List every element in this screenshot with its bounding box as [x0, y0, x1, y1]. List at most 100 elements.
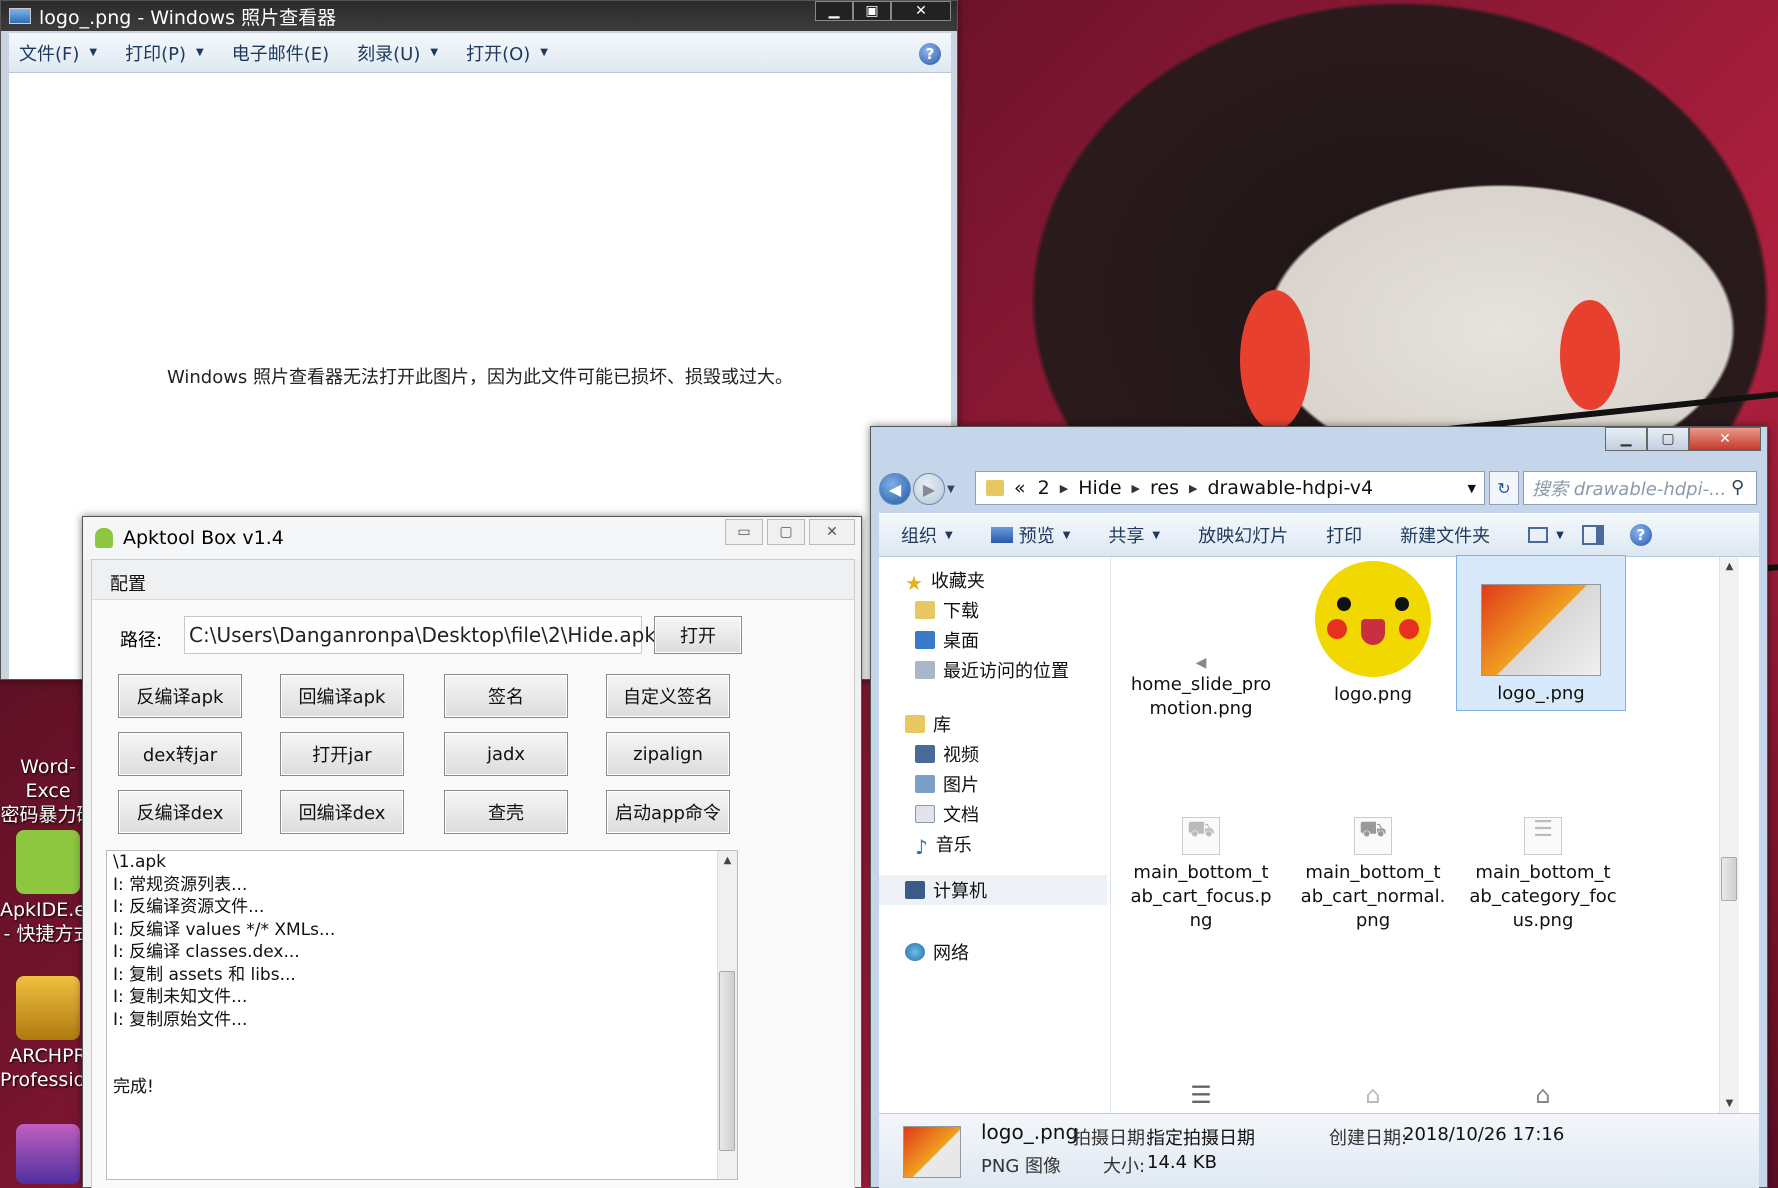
scrollbar-thumb[interactable] [1721, 857, 1737, 901]
file-item[interactable]: ⌂ [1288, 1083, 1458, 1113]
apktool-titlebar[interactable]: Apktool Box v1.4 ▭ ▢ ✕ [83, 517, 861, 559]
breadcrumb-item[interactable]: 2 [1038, 477, 1050, 499]
file-item[interactable]: ⛟ main_bottom_t ab_cart_normal. png [1288, 817, 1458, 933]
launch-app-command-button[interactable]: 启动app命令 [606, 790, 730, 834]
jadx-button[interactable]: jadx [444, 732, 568, 776]
close-button[interactable]: ✕ [1689, 427, 1761, 451]
open-jar-button[interactable]: 打开jar [280, 732, 404, 776]
decompile-apk-button[interactable]: 反编译apk [118, 674, 242, 718]
open-button[interactable]: 打开 [654, 616, 742, 654]
library-icon [905, 715, 925, 733]
close-button[interactable]: ✕ [891, 1, 951, 21]
nav-music[interactable]: ♪ 音乐 [915, 831, 972, 859]
menu-print[interactable]: 打印(P) ▼ [125, 40, 204, 66]
address-bar[interactable]: « 2 ▶ Hide ▶ res ▶ drawable-hdpi-v4 ▼ [975, 471, 1485, 505]
address-dropdown-icon[interactable]: ▼ [1468, 482, 1476, 495]
breadcrumb-item[interactable]: res [1150, 477, 1179, 499]
minimize-button[interactable]: ▭ [725, 519, 763, 545]
menu-email[interactable]: 电子邮件(E) [232, 40, 329, 66]
file-name: motion.png [1149, 698, 1253, 719]
scroll-up-arrow-icon[interactable]: ▲ [1720, 561, 1739, 572]
chevron-right-icon[interactable]: ▶ [1132, 482, 1140, 495]
minimize-button[interactable]: ▁ [1605, 427, 1647, 451]
toolbar-print[interactable]: 打印 [1326, 522, 1362, 548]
zipalign-button[interactable]: zipalign [606, 732, 730, 776]
check-shell-button[interactable]: 查壳 [444, 790, 568, 834]
toolbar-organize[interactable]: 组织 ▼ [901, 522, 953, 548]
nav-documents[interactable]: 文档 [915, 801, 979, 827]
sign-button[interactable]: 签名 [444, 674, 568, 718]
menu-file[interactable]: 文件(F) ▼ [19, 40, 97, 66]
recompile-dex-button[interactable]: 回编译dex [280, 790, 404, 834]
maximize-button[interactable]: ▢ [1647, 427, 1689, 451]
help-icon[interactable]: ? [919, 43, 941, 65]
nav-pictures[interactable]: 图片 [915, 771, 979, 797]
details-date-taken-value[interactable]: 指定拍摄日期 [1147, 1124, 1255, 1150]
refresh-icon[interactable]: ↻ [1489, 471, 1519, 505]
toolbar-slideshow[interactable]: 放映幻灯片 [1198, 522, 1288, 548]
explorer-navbar: ◀ ▶ ▼ « 2 ▶ Hide ▶ res ▶ drawable-hdpi-v… [879, 467, 1759, 511]
search-input[interactable]: 搜索 drawable-hdpi-... [1523, 471, 1757, 505]
menu-burn[interactable]: 刻录(U) ▼ [357, 40, 438, 66]
minimize-button[interactable]: ▁ [815, 1, 853, 21]
toolbar-share[interactable]: 共享 ▼ [1108, 522, 1160, 548]
file-name: logo_.png [1497, 683, 1585, 704]
breadcrumb-overflow[interactable]: « [1014, 477, 1026, 499]
output-log[interactable]: \1.apk I: 常规资源列表... I: 反编译资源文件... I: 反编译… [106, 850, 738, 1180]
maximize-button[interactable]: ▢ [767, 519, 805, 545]
help-button[interactable]: ? [1629, 524, 1652, 546]
explorer-titlebar[interactable]: ▁ ▢ ✕ [871, 427, 1767, 457]
nav-libraries[interactable]: 库 [905, 711, 951, 737]
breadcrumb-item[interactable]: drawable-hdpi-v4 [1207, 477, 1373, 499]
nav-videos[interactable]: 视频 [915, 741, 979, 767]
file-item[interactable]: ⌂ [1458, 1083, 1628, 1113]
menu-config[interactable]: 配置 [110, 570, 146, 596]
path-input[interactable]: C:\Users\Danganronpa\Desktop\file\2\Hide… [184, 616, 656, 654]
history-dropdown-icon[interactable]: ▼ [947, 484, 955, 495]
preview-pane-toggle[interactable] [1581, 525, 1604, 545]
nav-favorites[interactable]: ★ 收藏夹 [905, 567, 985, 595]
file-item[interactable]: ◀ home_slide_pro motion.png [1116, 651, 1286, 721]
computer-icon [905, 881, 925, 899]
nav-desktop[interactable]: 桌面 [915, 627, 979, 653]
viewer-menubar: 文件(F) ▼ 打印(P) ▼ 电子邮件(E) 刻录(U) ▼ 打开(O) ▼ [9, 33, 951, 73]
breadcrumb-item[interactable]: Hide [1078, 477, 1121, 499]
toolbar-preview[interactable]: 预览 ▼ [990, 522, 1070, 548]
file-list-scrollbar[interactable]: ▲ ▼ [1719, 557, 1739, 1113]
view-options[interactable]: ▼ [1528, 527, 1564, 543]
back-icon[interactable]: ◀ [879, 473, 911, 505]
chevron-right-icon[interactable]: ▶ [1060, 482, 1068, 495]
scroll-up-arrow-icon[interactable]: ▲ [718, 855, 737, 866]
file-item[interactable]: logo.png [1288, 561, 1458, 707]
path-label: 路径: [120, 630, 163, 651]
file-item[interactable]: ☰ main_bottom_t ab_category_foc us.png [1458, 817, 1628, 933]
file-item[interactable]: ⛟ main_bottom_t ab_cart_focus.p ng [1116, 817, 1286, 933]
log-scrollbar[interactable]: ▲ [717, 851, 737, 1179]
viewer-window-controls: ▁ ▣ ✕ [815, 1, 951, 21]
cart-icon: ⛟ [1182, 817, 1220, 855]
scrollbar-thumb[interactable] [719, 971, 735, 1151]
forward-icon[interactable]: ▶ [913, 473, 945, 505]
custom-sign-button[interactable]: 自定义签名 [606, 674, 730, 718]
nav-recent[interactable]: 最近访问的位置 [915, 657, 1069, 683]
recompile-apk-button[interactable]: 回编译apk [280, 674, 404, 718]
chevron-right-icon[interactable]: ▶ [1189, 482, 1197, 495]
viewer-titlebar[interactable]: logo_.png - Windows 照片查看器 ▁ ▣ ✕ [1, 1, 957, 31]
maximize-button[interactable]: ▣ [853, 1, 891, 21]
file-item[interactable]: ☰ [1116, 1083, 1286, 1113]
nav-computer[interactable]: 计算机 [879, 875, 1107, 905]
nav-network[interactable]: 网络 [905, 939, 969, 965]
decompile-dex-button[interactable]: 反编译dex [118, 790, 242, 834]
caret-down-icon: ▼ [540, 47, 548, 58]
scroll-down-arrow-icon[interactable]: ▼ [1720, 1098, 1739, 1109]
nav-downloads[interactable]: 下载 [915, 597, 979, 623]
dex2jar-button[interactable]: dex转jar [118, 732, 242, 776]
close-button[interactable]: ✕ [809, 519, 855, 545]
documents-icon [915, 805, 935, 823]
navigation-pane: ★ 收藏夹 下载 桌面 最近访问的位置 库 视频 图片 文档 ♪ 音乐 计算机 网络 [879, 557, 1111, 1113]
downloads-folder-icon [915, 601, 935, 619]
search-icon[interactable]: ⚲ [1731, 477, 1744, 498]
file-item-selected[interactable]: logo_.png [1456, 555, 1626, 711]
menu-open[interactable]: 打开(O) ▼ [466, 40, 548, 66]
toolbar-new-folder[interactable]: 新建文件夹 [1400, 522, 1490, 548]
